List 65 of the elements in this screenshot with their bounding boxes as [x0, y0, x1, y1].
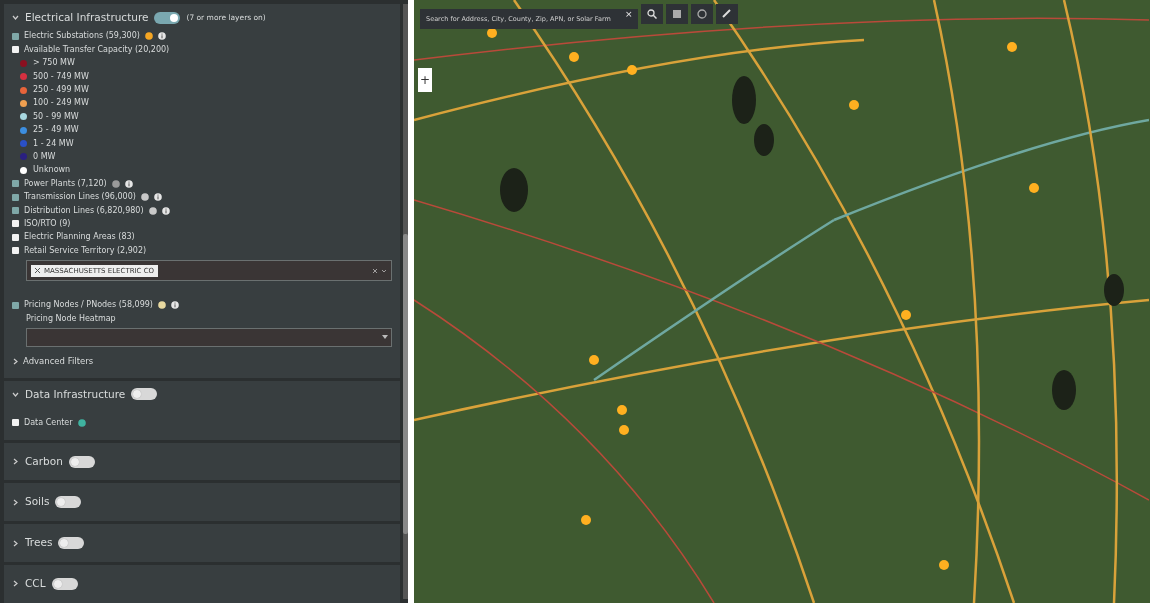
settings-button[interactable]: [691, 4, 713, 24]
checkbox[interactable]: [12, 233, 19, 241]
section-title[interactable]: Carbon: [25, 453, 63, 470]
checkbox[interactable]: [12, 207, 19, 214]
section-title[interactable]: Soils: [25, 494, 50, 511]
section-title[interactable]: Electrical Infrastructure: [25, 10, 149, 26]
section-title[interactable]: CCL: [25, 575, 46, 592]
toggle-switch[interactable]: [55, 496, 82, 509]
layer-label: Power Plants (7,120): [24, 177, 107, 190]
checkbox[interactable]: [12, 46, 19, 54]
search-button[interactable]: [641, 4, 663, 24]
chevron-right-icon[interactable]: [12, 539, 19, 547]
clear-button[interactable]: ×: [625, 7, 633, 21]
section-title[interactable]: Data Infrastructure: [25, 386, 126, 403]
chevron-right-icon[interactable]: [12, 498, 19, 506]
section-title[interactable]: Trees: [25, 535, 53, 551]
legend-label: > 750 MW: [33, 57, 75, 70]
grid-icon: [672, 9, 682, 19]
remove-icon: [35, 268, 40, 274]
layer-label: Pricing Nodes / PNodes (58,099): [24, 299, 153, 312]
layer-label: Electric Planning Areas (83): [24, 231, 135, 244]
clear-and-caret-icon: [373, 267, 387, 274]
legend-label: 50 - 99 MW: [33, 110, 79, 123]
toggle-switch[interactable]: [58, 537, 85, 550]
chevron-down-icon[interactable]: [12, 390, 19, 398]
advanced-filters-link[interactable]: Advanced Filters: [23, 354, 94, 368]
checkbox[interactable]: [12, 180, 19, 188]
chevron-right-icon[interactable]: [12, 357, 19, 365]
chevron-right-icon[interactable]: [12, 580, 19, 588]
search-icon: [647, 9, 657, 19]
caret-icon: [382, 334, 388, 341]
legend-label: Unknown: [33, 164, 71, 177]
measure-button[interactable]: [716, 4, 738, 24]
layer-label: Retail Service Territory (2,902): [24, 244, 147, 257]
legend-label: 25 - 49 MW: [33, 124, 79, 137]
checkbox[interactable]: [12, 220, 19, 228]
toggle-switch[interactable]: [68, 455, 95, 468]
toggle-switch[interactable]: [131, 388, 158, 401]
legend-label: 0 MW: [33, 150, 56, 163]
toggle-switch[interactable]: [154, 11, 181, 24]
chevron-right-icon[interactable]: [12, 458, 19, 466]
layer-label: Transmission Lines (96,000): [24, 191, 136, 204]
zoom-in-button[interactable]: +: [418, 68, 432, 92]
legend-label: 1 - 24 MW: [33, 137, 74, 150]
legend-label: 100 - 249 MW: [33, 97, 89, 110]
legend-label: 500 - 749 MW: [33, 70, 89, 83]
checkbox[interactable]: [12, 32, 19, 40]
checkbox[interactable]: [12, 301, 19, 309]
toggle-switch[interactable]: [51, 577, 78, 590]
layer-label: Available Transfer Capacity (20,200): [24, 43, 170, 56]
gear-icon: [697, 9, 707, 19]
layer-label: Data Center: [24, 416, 73, 429]
ruler-icon: [722, 9, 732, 19]
layer-label: Distribution Lines (6,820,980): [24, 204, 144, 217]
checkbox[interactable]: [12, 419, 19, 427]
chevron-down-icon[interactable]: [12, 14, 19, 22]
checkbox[interactable]: [12, 247, 19, 255]
legend-label: 250 - 499 MW: [33, 84, 89, 96]
layer-label: ISO/RTO (9): [24, 217, 71, 230]
layers-button[interactable]: [666, 4, 688, 24]
heatmap-select-field[interactable]: [26, 327, 392, 347]
layer-label: Electric Substations (59,300): [24, 30, 140, 43]
field-label: Pricing Node Heatmap: [25, 312, 117, 325]
checkbox[interactable]: [12, 193, 19, 201]
scrollbar[interactable]: [403, 4, 408, 599]
